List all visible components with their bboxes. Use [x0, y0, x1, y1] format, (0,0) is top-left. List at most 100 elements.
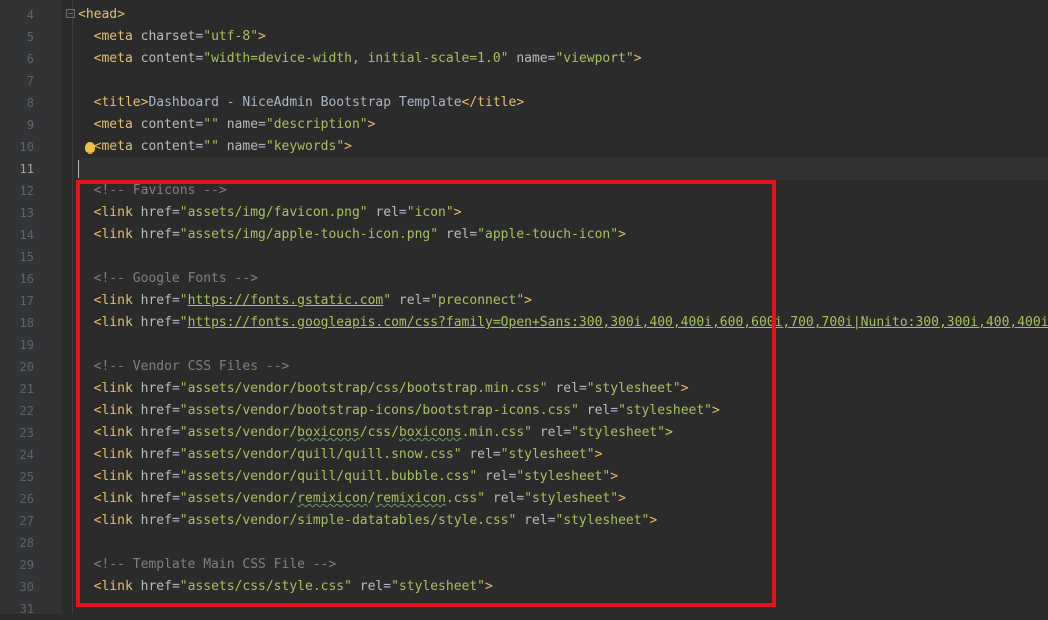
code-token: "icon" — [406, 205, 454, 220]
code-token: <link — [93, 293, 141, 308]
code-line[interactable]: <link href="assets/vendor/quill/quill.sn… — [78, 444, 1048, 466]
code-token: "stylesheet" — [555, 513, 650, 528]
code-token: "assets/vendor/quill/quill.bubble.css" — [179, 469, 478, 484]
code-token: href — [140, 403, 172, 418]
code-token: = — [171, 579, 180, 594]
code-line[interactable]: <link href="assets/img/apple-touch-icon.… — [78, 224, 1048, 246]
code-token: "assets/vendor/ — [179, 425, 298, 440]
code-token: rel — [359, 579, 384, 594]
code-token: = — [171, 491, 180, 506]
code-token: <link — [93, 469, 141, 484]
code-line[interactable] — [78, 70, 1048, 92]
line-number: 30 — [19, 580, 34, 594]
code-line[interactable]: <link href="assets/vendor/remixicon/remi… — [78, 488, 1048, 510]
code-token: = — [171, 227, 180, 242]
code-token: https://fonts.gstatic.com — [187, 293, 384, 308]
code-token: = — [171, 425, 180, 440]
code-token: remixicon — [375, 491, 446, 506]
line-number: 11 — [19, 162, 34, 176]
code-token: <link — [93, 579, 141, 594]
code-token: "apple-touch-icon" — [477, 227, 619, 242]
code-line[interactable]: <title>Dashboard - NiceAdmin Bootstrap T… — [78, 92, 1048, 114]
code-token: "stylesheet" — [391, 579, 486, 594]
code-token: charset — [140, 29, 196, 44]
code-line[interactable]: <!-- Google Fonts --> — [78, 268, 1048, 290]
code-line[interactable]: <link href="assets/vendor/bootstrap-icon… — [78, 400, 1048, 422]
code-line[interactable]: <link href="assets/css/style.css" rel="s… — [78, 576, 1048, 598]
code-token: href — [140, 227, 172, 242]
code-token: "" — [203, 139, 219, 154]
line-number: 25 — [19, 470, 34, 484]
code-line[interactable] — [78, 334, 1048, 356]
line-number: 27 — [19, 514, 34, 528]
code-token: "" — [203, 117, 219, 132]
code-token: href — [140, 381, 172, 396]
code-token: href — [140, 513, 172, 528]
code-token: <link — [93, 403, 141, 418]
code-token: = — [610, 403, 619, 418]
lightbulb-icon[interactable] — [85, 142, 95, 154]
code-line[interactable]: <head> — [78, 4, 1048, 26]
code-line[interactable]: <link href="https://fonts.gstatic.com" r… — [78, 290, 1048, 312]
code-line[interactable]: <link href="assets/vendor/quill/quill.bu… — [78, 466, 1048, 488]
code-token: href — [140, 315, 172, 330]
code-line[interactable]: <link href="https://fonts.googleapis.com… — [78, 312, 1048, 334]
code-line[interactable]: <link href="assets/vendor/boxicons/css/b… — [78, 422, 1048, 444]
line-number: 22 — [19, 404, 34, 418]
code-line[interactable]: <link href="assets/vendor/simple-datatab… — [78, 510, 1048, 532]
code-line[interactable]: <meta content="width=device-width, initi… — [78, 48, 1048, 70]
code-line[interactable] — [78, 158, 1048, 180]
code-token: > — [712, 403, 720, 418]
code-line[interactable]: <link href="assets/img/favicon.png" rel=… — [78, 202, 1048, 224]
code-line[interactable]: <meta content="" name="keywords"> — [78, 136, 1048, 158]
code-token: remixicon — [297, 491, 368, 506]
line-number: 7 — [26, 74, 34, 88]
code-token: = — [171, 403, 180, 418]
code-token: <link — [93, 227, 141, 242]
code-token: = — [578, 381, 587, 396]
code-token: href — [140, 293, 172, 308]
code-line[interactable]: <link href="assets/vendor/bootstrap/css/… — [78, 378, 1048, 400]
code-token: > — [594, 447, 603, 462]
code-line[interactable]: <meta charset="utf-8"> — [78, 26, 1048, 48]
code-token: </title> — [461, 95, 525, 110]
code-line[interactable]: <!-- Favicons --> — [78, 180, 1048, 202]
code-line[interactable] — [78, 598, 1048, 620]
code-token: boxicons — [398, 425, 462, 440]
code-line[interactable]: <!-- Vendor CSS Files --> — [78, 356, 1048, 378]
code-token: rel — [375, 205, 399, 220]
fold-marker-icon[interactable]: − — [66, 9, 75, 18]
code-token: href — [140, 491, 172, 506]
code-token: "assets/vendor/simple-datatables/style.c… — [179, 513, 517, 528]
code-token: "assets/css/style.css" — [179, 579, 352, 594]
line-number: 9 — [26, 118, 34, 132]
code-line[interactable]: <meta content="" name="description"> — [78, 114, 1048, 136]
line-number: 26 — [19, 492, 34, 506]
code-token: = — [258, 139, 266, 154]
code-token: "assets/vendor/bootstrap/css/bootstrap.m… — [179, 381, 548, 396]
line-number: 5 — [26, 30, 34, 44]
code-line[interactable] — [78, 532, 1048, 554]
code-token: = — [398, 205, 407, 220]
code-token: rel — [539, 425, 564, 440]
code-token: > — [665, 425, 673, 440]
code-token: > — [453, 205, 462, 220]
code-token: = — [516, 491, 525, 506]
code-token: > — [485, 579, 493, 594]
code-token: <link — [93, 513, 141, 528]
code-line[interactable]: <!-- Template Main CSS File --> — [78, 554, 1048, 576]
code-line[interactable] — [78, 246, 1048, 268]
code-token: "assets/vendor/ — [179, 491, 298, 506]
